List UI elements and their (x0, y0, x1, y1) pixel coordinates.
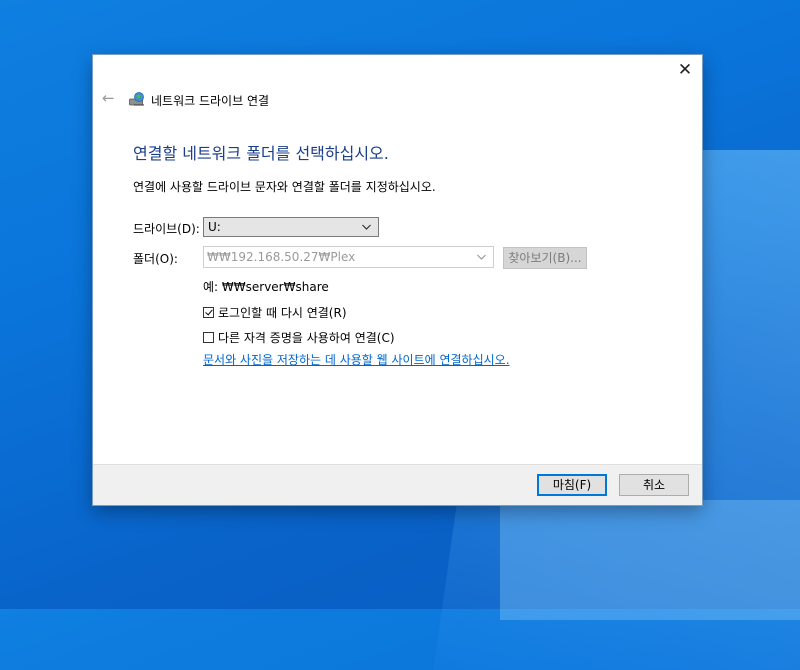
folder-path-input[interactable]: ₩₩192.168.50.27₩Plex (203, 246, 494, 268)
cancel-button[interactable]: 취소 (619, 474, 689, 496)
other-credentials-checkbox[interactable] (203, 332, 214, 343)
drive-letter-value: U: (208, 220, 221, 234)
example-path-text: 예: ₩₩server₩share (203, 280, 329, 294)
chevron-down-icon (362, 224, 371, 230)
close-icon: ✕ (677, 60, 693, 80)
other-credentials-option[interactable]: 다른 자격 증명을 사용하여 연결(C) (203, 329, 395, 346)
folder-label: 폴더(O): (133, 252, 178, 266)
reconnect-checkbox[interactable] (203, 307, 214, 318)
page-heading: 연결할 네트워크 폴더를 선택하십시오. (133, 144, 389, 163)
website-connect-link[interactable]: 문서와 사진을 저장하는 데 사용할 웹 사이트에 연결하십시오. (203, 351, 510, 368)
finish-button[interactable]: 마침(F) (537, 474, 607, 496)
instruction-text: 연결에 사용할 드라이브 문자와 연결할 폴더를 지정하십시오. (133, 180, 436, 194)
map-network-drive-dialog: ✕ ← 네트워크 드라이브 연결 연결할 네트워크 폴더를 선택하십시오. 연결… (93, 55, 702, 505)
dialog-titlebar: ← 네트워크 드라이브 연결 (93, 55, 668, 143)
back-arrow-icon[interactable]: ← (102, 89, 115, 107)
network-drive-icon (129, 92, 144, 106)
drive-label: 드라이브(D): (133, 222, 200, 236)
reconnect-option[interactable]: 로그인할 때 다시 연결(R) (203, 304, 347, 321)
folder-dropdown-chevron-icon[interactable] (476, 247, 487, 267)
browse-button[interactable]: 찾아보기(B)... (503, 247, 587, 269)
other-credentials-label: 다른 자격 증명을 사용하여 연결(C) (218, 331, 395, 345)
close-button[interactable]: ✕ (668, 55, 702, 85)
folder-path-value: ₩₩192.168.50.27₩Plex (207, 250, 356, 264)
desktop-wallpaper-light-lower (500, 500, 800, 620)
dialog-footer: 마침(F) 취소 (93, 464, 702, 505)
dialog-title: 네트워크 드라이브 연결 (151, 94, 270, 108)
reconnect-label: 로그인할 때 다시 연결(R) (218, 306, 347, 320)
drive-letter-select[interactable]: U: (203, 217, 379, 237)
